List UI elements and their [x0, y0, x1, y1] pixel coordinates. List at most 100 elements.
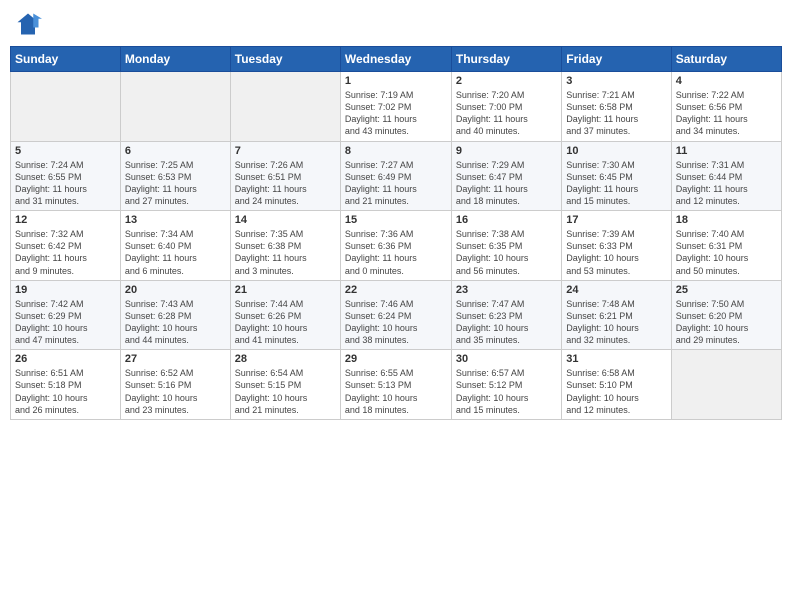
day-number: 14	[235, 214, 336, 226]
calendar-cell: 30 Sunrise: 6:57 AM Sunset: 5:12 PM Dayli…	[451, 350, 561, 420]
day-number: 7	[235, 145, 336, 157]
day-info: Sunrise: 7:44 AM Sunset: 6:26 PM Dayligh…	[235, 298, 336, 347]
day-info: Sunrise: 6:58 AM Sunset: 5:10 PM Dayligh…	[566, 367, 666, 416]
calendar-cell: 19 Sunrise: 7:42 AM Sunset: 6:29 PM Dayli…	[11, 280, 121, 350]
day-number: 8	[345, 145, 447, 157]
calendar-cell: 29 Sunrise: 6:55 AM Sunset: 5:13 PM Dayli…	[340, 350, 451, 420]
day-number: 6	[125, 145, 226, 157]
day-info: Sunrise: 7:50 AM Sunset: 6:20 PM Dayligh…	[676, 298, 777, 347]
day-info: Sunrise: 7:20 AM Sunset: 7:00 PM Dayligh…	[456, 89, 557, 138]
day-number: 23	[456, 284, 557, 296]
calendar: SundayMondayTuesdayWednesdayThursdayFrid…	[10, 46, 782, 420]
calendar-cell: 24Sunrise: 7:48 AM Sunset: 6:21 PM Dayli…	[562, 280, 671, 350]
calendar-cell: 3 Sunrise: 7:21 AM Sunset: 6:58 PM Daylig…	[562, 72, 671, 142]
weekday-header: Monday	[120, 47, 230, 72]
calendar-week-row: 26 Sunrise: 6:51 AM Sunset: 5:18 PM Dayli…	[11, 350, 782, 420]
calendar-cell	[11, 72, 121, 142]
day-number: 2	[456, 75, 557, 87]
day-info: Sunrise: 7:35 AM Sunset: 6:38 PM Dayligh…	[235, 228, 336, 277]
day-number: 20	[125, 284, 226, 296]
calendar-week-row: 12 Sunrise: 7:32 AM Sunset: 6:42 PM Dayli…	[11, 211, 782, 281]
weekday-header: Tuesday	[230, 47, 340, 72]
page-header	[10, 10, 782, 38]
day-number: 11	[676, 145, 777, 157]
calendar-cell	[230, 72, 340, 142]
calendar-cell: 10Sunrise: 7:30 AM Sunset: 6:45 PM Dayli…	[562, 141, 671, 211]
day-number: 21	[235, 284, 336, 296]
day-number: 26	[15, 353, 116, 365]
day-number: 17	[566, 214, 666, 226]
calendar-cell: 12 Sunrise: 7:32 AM Sunset: 6:42 PM Dayli…	[11, 211, 121, 281]
day-info: Sunrise: 7:43 AM Sunset: 6:28 PM Dayligh…	[125, 298, 226, 347]
day-number: 19	[15, 284, 116, 296]
day-number: 3	[566, 75, 666, 87]
calendar-cell: 1 Sunrise: 7:19 AM Sunset: 7:02 PM Daylig…	[340, 72, 451, 142]
weekday-header: Saturday	[671, 47, 781, 72]
day-number: 22	[345, 284, 447, 296]
day-info: Sunrise: 6:52 AM Sunset: 5:16 PM Dayligh…	[125, 367, 226, 416]
calendar-cell: 26 Sunrise: 6:51 AM Sunset: 5:18 PM Dayli…	[11, 350, 121, 420]
day-info: Sunrise: 7:19 AM Sunset: 7:02 PM Dayligh…	[345, 89, 447, 138]
day-number: 13	[125, 214, 226, 226]
calendar-cell: 22 Sunrise: 7:46 AM Sunset: 6:24 PM Dayli…	[340, 280, 451, 350]
calendar-cell: 27 Sunrise: 6:52 AM Sunset: 5:16 PM Dayli…	[120, 350, 230, 420]
day-info: Sunrise: 7:34 AM Sunset: 6:40 PM Dayligh…	[125, 228, 226, 277]
calendar-cell: 8 Sunrise: 7:27 AM Sunset: 6:49 PM Daylig…	[340, 141, 451, 211]
day-number: 1	[345, 75, 447, 87]
weekday-header: Thursday	[451, 47, 561, 72]
day-info: Sunrise: 7:42 AM Sunset: 6:29 PM Dayligh…	[15, 298, 116, 347]
day-number: 27	[125, 353, 226, 365]
calendar-cell: 15Sunrise: 7:36 AM Sunset: 6:36 PM Dayli…	[340, 211, 451, 281]
day-number: 12	[15, 214, 116, 226]
calendar-cell: 9 Sunrise: 7:29 AM Sunset: 6:47 PM Daylig…	[451, 141, 561, 211]
day-info: Sunrise: 7:32 AM Sunset: 6:42 PM Dayligh…	[15, 228, 116, 277]
day-info: Sunrise: 7:31 AM Sunset: 6:44 PM Dayligh…	[676, 159, 777, 208]
calendar-cell	[120, 72, 230, 142]
day-number: 28	[235, 353, 336, 365]
weekday-header: Sunday	[11, 47, 121, 72]
day-number: 9	[456, 145, 557, 157]
day-info: Sunrise: 7:40 AM Sunset: 6:31 PM Dayligh…	[676, 228, 777, 277]
calendar-cell: 13 Sunrise: 7:34 AM Sunset: 6:40 PM Dayli…	[120, 211, 230, 281]
calendar-week-row: 1 Sunrise: 7:19 AM Sunset: 7:02 PM Daylig…	[11, 72, 782, 142]
calendar-cell: 23 Sunrise: 7:47 AM Sunset: 6:23 PM Dayli…	[451, 280, 561, 350]
day-info: Sunrise: 6:57 AM Sunset: 5:12 PM Dayligh…	[456, 367, 557, 416]
day-info: Sunrise: 7:21 AM Sunset: 6:58 PM Dayligh…	[566, 89, 666, 138]
day-number: 16	[456, 214, 557, 226]
day-info: Sunrise: 7:46 AM Sunset: 6:24 PM Dayligh…	[345, 298, 447, 347]
logo-icon	[14, 10, 42, 38]
calendar-cell: 2 Sunrise: 7:20 AM Sunset: 7:00 PM Daylig…	[451, 72, 561, 142]
day-info: Sunrise: 7:27 AM Sunset: 6:49 PM Dayligh…	[345, 159, 447, 208]
calendar-cell: 21 Sunrise: 7:44 AM Sunset: 6:26 PM Dayli…	[230, 280, 340, 350]
day-info: Sunrise: 7:25 AM Sunset: 6:53 PM Dayligh…	[125, 159, 226, 208]
calendar-cell: 11 Sunrise: 7:31 AM Sunset: 6:44 PM Dayli…	[671, 141, 781, 211]
day-number: 30	[456, 353, 557, 365]
day-number: 29	[345, 353, 447, 365]
calendar-week-row: 5Sunrise: 7:24 AM Sunset: 6:55 PM Daylig…	[11, 141, 782, 211]
calendar-cell: 17Sunrise: 7:39 AM Sunset: 6:33 PM Dayli…	[562, 211, 671, 281]
day-number: 4	[676, 75, 777, 87]
calendar-week-row: 19 Sunrise: 7:42 AM Sunset: 6:29 PM Dayli…	[11, 280, 782, 350]
calendar-cell: 20 Sunrise: 7:43 AM Sunset: 6:28 PM Dayli…	[120, 280, 230, 350]
calendar-cell: 7 Sunrise: 7:26 AM Sunset: 6:51 PM Daylig…	[230, 141, 340, 211]
calendar-cell: 31 Sunrise: 6:58 AM Sunset: 5:10 PM Dayli…	[562, 350, 671, 420]
day-info: Sunrise: 6:55 AM Sunset: 5:13 PM Dayligh…	[345, 367, 447, 416]
day-info: Sunrise: 7:26 AM Sunset: 6:51 PM Dayligh…	[235, 159, 336, 208]
calendar-header-row: SundayMondayTuesdayWednesdayThursdayFrid…	[11, 47, 782, 72]
weekday-header: Wednesday	[340, 47, 451, 72]
day-info: Sunrise: 6:51 AM Sunset: 5:18 PM Dayligh…	[15, 367, 116, 416]
day-info: Sunrise: 7:47 AM Sunset: 6:23 PM Dayligh…	[456, 298, 557, 347]
calendar-cell: 14 Sunrise: 7:35 AM Sunset: 6:38 PM Dayli…	[230, 211, 340, 281]
calendar-cell: 5Sunrise: 7:24 AM Sunset: 6:55 PM Daylig…	[11, 141, 121, 211]
day-info: Sunrise: 7:38 AM Sunset: 6:35 PM Dayligh…	[456, 228, 557, 277]
day-number: 31	[566, 353, 666, 365]
day-info: Sunrise: 7:36 AM Sunset: 6:36 PM Dayligh…	[345, 228, 447, 277]
day-info: Sunrise: 7:24 AM Sunset: 6:55 PM Dayligh…	[15, 159, 116, 208]
day-number: 18	[676, 214, 777, 226]
calendar-cell: 25Sunrise: 7:50 AM Sunset: 6:20 PM Dayli…	[671, 280, 781, 350]
calendar-cell: 18 Sunrise: 7:40 AM Sunset: 6:31 PM Dayli…	[671, 211, 781, 281]
day-info: Sunrise: 7:29 AM Sunset: 6:47 PM Dayligh…	[456, 159, 557, 208]
logo	[14, 10, 46, 38]
day-info: Sunrise: 7:22 AM Sunset: 6:56 PM Dayligh…	[676, 89, 777, 138]
weekday-header: Friday	[562, 47, 671, 72]
